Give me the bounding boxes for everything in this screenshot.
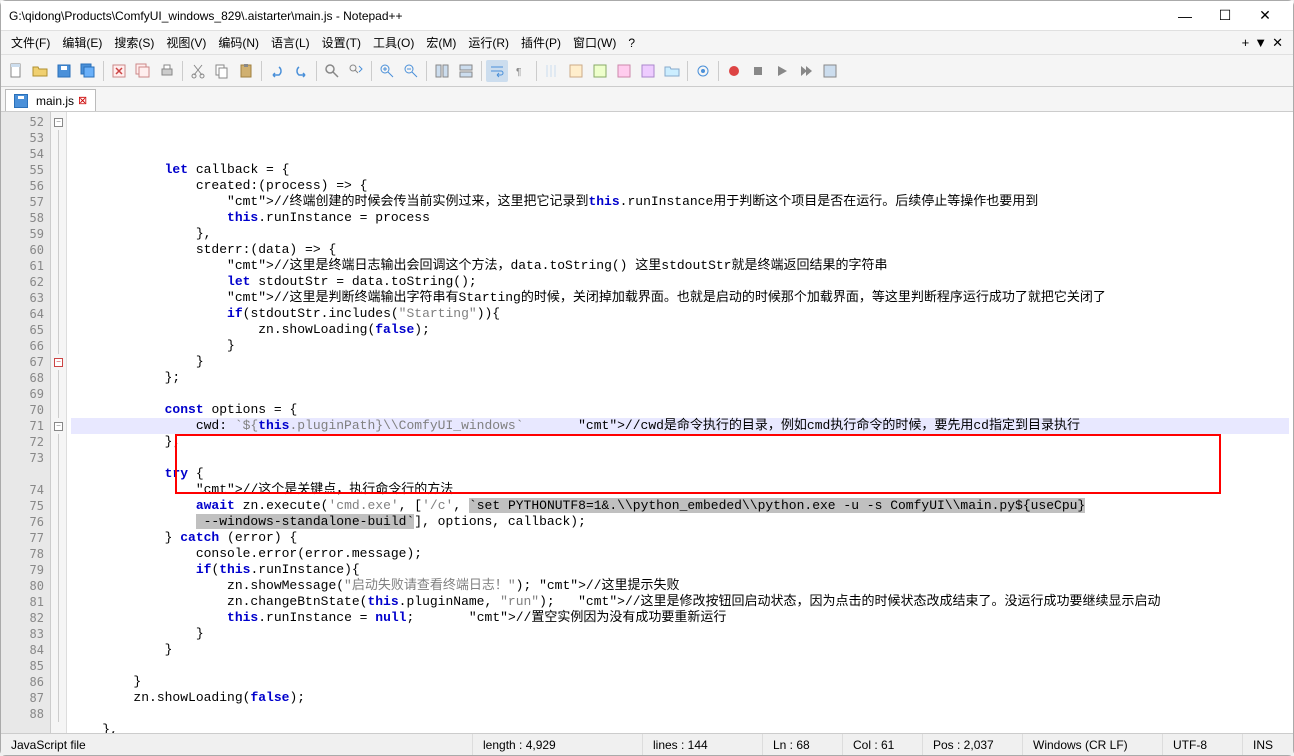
minimize-button[interactable]: — (1165, 2, 1205, 30)
paste-button[interactable] (235, 60, 257, 82)
sync-v-button[interactable] (431, 60, 453, 82)
status-eol: Windows (CR LF) (1023, 734, 1163, 755)
menu-macro[interactable]: 宏(M) (420, 32, 462, 53)
play-multi-button[interactable] (795, 60, 817, 82)
replace-button[interactable] (345, 60, 367, 82)
status-encoding: UTF-8 (1163, 734, 1243, 755)
undo-button[interactable] (266, 60, 288, 82)
userdef-button[interactable] (565, 60, 587, 82)
save-button[interactable] (53, 60, 75, 82)
menu-search[interactable]: 搜索(S) (108, 32, 160, 53)
doc-map-button[interactable] (589, 60, 611, 82)
menu-run[interactable]: 运行(R) (462, 32, 515, 53)
find-button[interactable] (321, 60, 343, 82)
menu-tools[interactable]: 工具(O) (367, 32, 420, 53)
status-ins: INS (1243, 734, 1293, 755)
save-icon (14, 94, 28, 108)
status-length: length : 4,929 (473, 734, 643, 755)
menu-window[interactable]: 窗口(W) (567, 32, 622, 53)
menu-plugins[interactable]: 插件(P) (515, 32, 567, 53)
save-all-button[interactable] (77, 60, 99, 82)
open-file-button[interactable] (29, 60, 51, 82)
tab-close-icon[interactable]: ⊠ (78, 94, 87, 107)
show-all-button[interactable]: ¶ (510, 60, 532, 82)
save-macro-button[interactable] (819, 60, 841, 82)
menu-language[interactable]: 语言(L) (265, 32, 316, 53)
new-file-button[interactable] (5, 60, 27, 82)
play-macro-button[interactable] (771, 60, 793, 82)
line-number-gutter[interactable]: 5253545556575859606162636465666768697071… (1, 112, 51, 733)
dropdown-icon[interactable]: ▼ (1254, 35, 1267, 51)
close-all-button[interactable] (132, 60, 154, 82)
maximize-button[interactable]: ☐ (1205, 2, 1245, 30)
folder-as-workspace-button[interactable] (661, 60, 683, 82)
menu-view[interactable]: 视图(V) (160, 32, 212, 53)
close-file-button[interactable] (108, 60, 130, 82)
cut-button[interactable] (187, 60, 209, 82)
record-macro-button[interactable] (723, 60, 745, 82)
plus-icon[interactable]: + (1242, 35, 1250, 51)
status-col: Col : 61 (843, 734, 923, 755)
status-lines: lines : 144 (643, 734, 763, 755)
func-list-button[interactable] (637, 60, 659, 82)
svg-text:¶: ¶ (516, 67, 521, 78)
titlebar: G:\qidong\Products\ComfyUI_windows_829\.… (1, 1, 1293, 31)
indent-guide-button[interactable] (541, 60, 563, 82)
menu-edit[interactable]: 编辑(E) (56, 32, 108, 53)
menu-help[interactable]: ? (622, 34, 641, 52)
code-editor[interactable]: let callback = { created:(process) => { … (67, 112, 1293, 733)
app-window: G:\qidong\Products\ComfyUI_windows_829\.… (0, 0, 1294, 756)
fold-column[interactable]: −−− (51, 112, 67, 733)
monitor-button[interactable] (692, 60, 714, 82)
zoom-out-button[interactable] (400, 60, 422, 82)
wrap-button[interactable] (486, 60, 508, 82)
zoom-in-button[interactable] (376, 60, 398, 82)
file-tabs: main.js ⊠ (1, 87, 1293, 111)
print-button[interactable] (156, 60, 178, 82)
statusbar: JavaScript file length : 4,929 lines : 1… (1, 733, 1293, 755)
window-title: G:\qidong\Products\ComfyUI_windows_829\.… (9, 9, 1165, 23)
menu-encoding[interactable]: 编码(N) (212, 32, 265, 53)
menubar: 文件(F) 编辑(E) 搜索(S) 视图(V) 编码(N) 语言(L) 设置(T… (1, 31, 1293, 55)
redo-button[interactable] (290, 60, 312, 82)
menu-file[interactable]: 文件(F) (5, 32, 56, 53)
stop-macro-button[interactable] (747, 60, 769, 82)
close-tab-icon[interactable]: ✕ (1272, 35, 1283, 51)
status-ln: Ln : 68 (763, 734, 843, 755)
tab-label: main.js (36, 94, 74, 108)
close-button[interactable]: ✕ (1245, 2, 1285, 30)
toolbar: ¶ (1, 55, 1293, 87)
doc-list-button[interactable] (613, 60, 635, 82)
editor-area: 5253545556575859606162636465666768697071… (1, 111, 1293, 733)
sync-h-button[interactable] (455, 60, 477, 82)
status-language: JavaScript file (1, 734, 473, 755)
copy-button[interactable] (211, 60, 233, 82)
status-pos: Pos : 2,037 (923, 734, 1023, 755)
tab-main-js[interactable]: main.js ⊠ (5, 89, 96, 111)
menu-settings[interactable]: 设置(T) (316, 32, 367, 53)
